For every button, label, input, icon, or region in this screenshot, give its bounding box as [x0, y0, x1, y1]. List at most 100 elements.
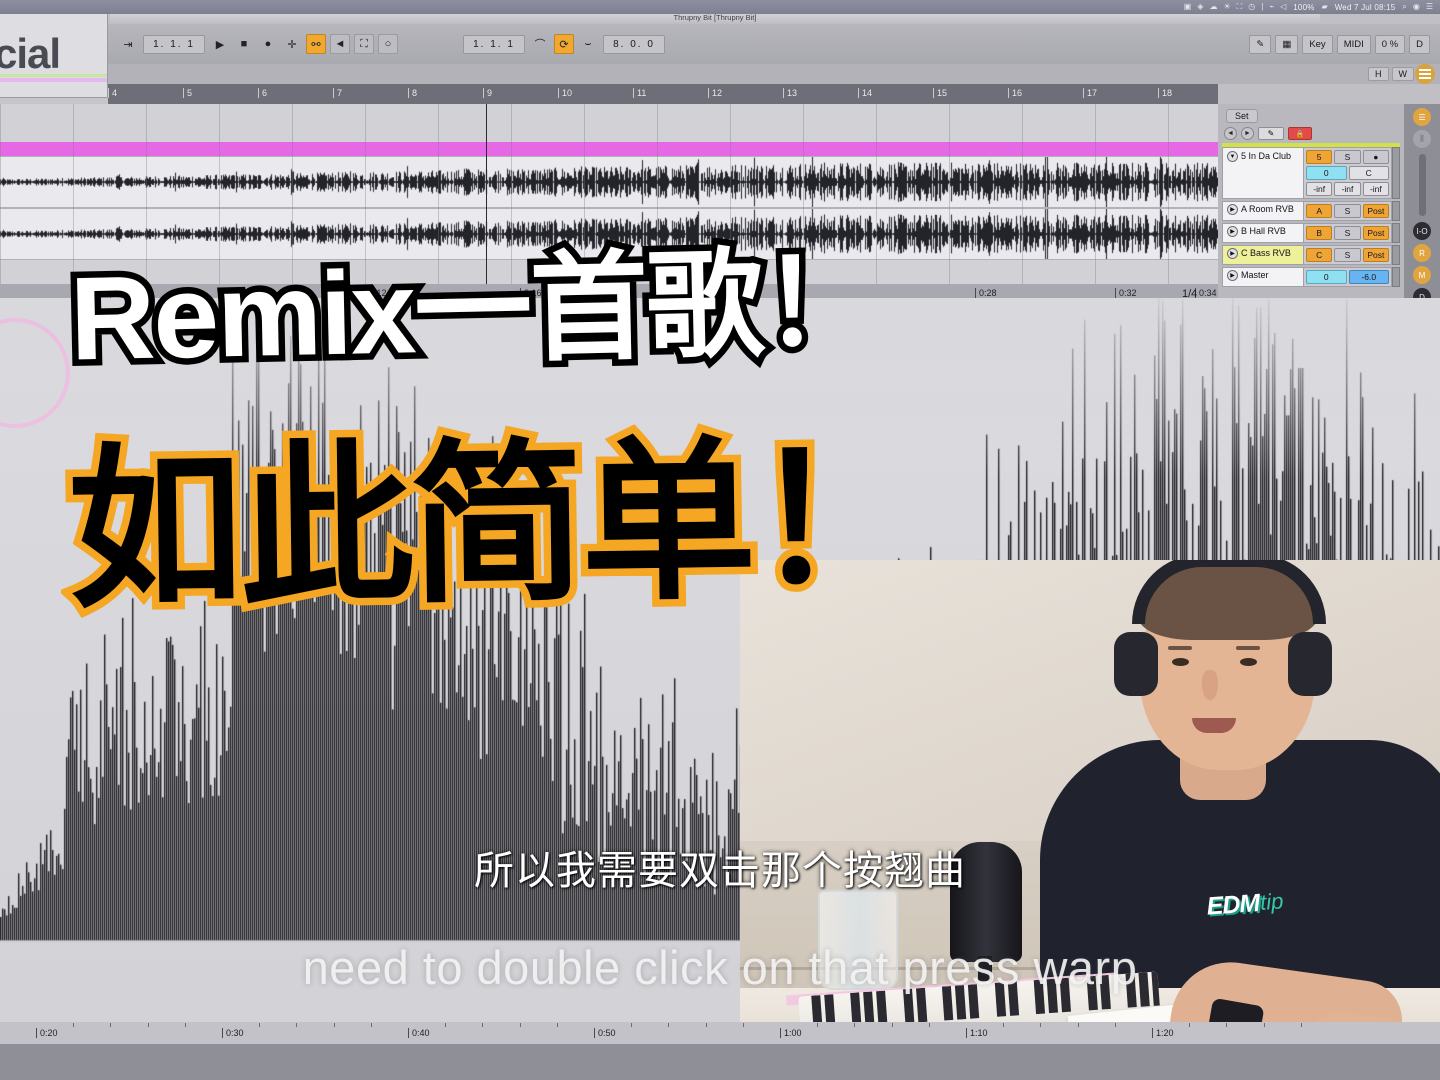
- hamburger-icon[interactable]: [1415, 64, 1435, 84]
- return-c-solo[interactable]: S: [1334, 248, 1361, 262]
- volume-cell[interactable]: 0: [1306, 166, 1347, 180]
- bar-number: 13: [783, 88, 797, 98]
- track-strip[interactable]: ▼ 5 In Da Club 5 S ● 0 C -inf -inf -inf: [1222, 147, 1400, 199]
- control-center-icon[interactable]: ☰: [1426, 3, 1433, 11]
- link-icon[interactable]: ⚯: [306, 34, 326, 54]
- return-c-post[interactable]: Post: [1362, 248, 1389, 262]
- side-button-strip: ☰ ⫼ I-O R M D: [1404, 104, 1440, 306]
- volume-icon[interactable]: ◁: [1280, 3, 1286, 11]
- search-icon[interactable]: ⌕: [1402, 3, 1406, 11]
- return-b-letter[interactable]: B: [1306, 226, 1333, 240]
- return-a-name-cell[interactable]: ▶ A Room RVB: [1222, 201, 1304, 221]
- audio-clip-header[interactable]: [0, 142, 1218, 156]
- return-track-a[interactable]: ▶ A Room RVB A S Post: [1222, 201, 1400, 221]
- time-label: 0:28: [975, 288, 997, 298]
- left-arrow-icon[interactable]: ◄: [330, 34, 350, 54]
- vertical-scrollbar[interactable]: [1418, 154, 1426, 216]
- mixer-button[interactable]: M: [1413, 266, 1431, 284]
- forward-arrow-icon[interactable]: ►: [1241, 127, 1254, 140]
- loop-length[interactable]: 8. 0. 0: [603, 34, 665, 54]
- siri-icon[interactable]: ◉: [1413, 3, 1420, 11]
- midi-keyboard-icon[interactable]: ▦: [1275, 34, 1299, 54]
- play-icon[interactable]: ▶: [1227, 226, 1238, 237]
- send-a-cell[interactable]: -inf: [1306, 182, 1333, 196]
- columns-icon[interactable]: ⫼: [1413, 130, 1431, 148]
- return-a-letter[interactable]: A: [1306, 204, 1333, 218]
- clock-icon[interactable]: ◷: [1248, 3, 1255, 11]
- return-track-c[interactable]: ▶ C Bass RVB C S Post: [1222, 245, 1400, 265]
- return-a-solo[interactable]: S: [1334, 204, 1361, 218]
- screenshot-icon[interactable]: ⛶: [1237, 3, 1243, 11]
- loop-start-position[interactable]: 1. 1. 1: [463, 34, 525, 54]
- returns-button[interactable]: R: [1413, 244, 1431, 262]
- key-button[interactable]: Key: [1302, 34, 1333, 54]
- lock-icon[interactable]: 🔒: [1288, 127, 1312, 140]
- send-c-cell[interactable]: -inf: [1362, 182, 1389, 196]
- loop-toggle-icon[interactable]: ⟳: [554, 34, 574, 54]
- plus-icon[interactable]: ✛: [282, 34, 302, 54]
- return-b-name-cell[interactable]: ▶ B Hall RVB: [1222, 223, 1304, 243]
- pencil-icon[interactable]: ✎: [1258, 127, 1284, 140]
- stop-icon[interactable]: ■: [234, 34, 254, 54]
- pencil-icon[interactable]: ✎: [1249, 34, 1272, 54]
- fade-out-icon[interactable]: ⌣: [578, 34, 598, 54]
- solo-button[interactable]: S: [1334, 150, 1361, 164]
- return-b-solo[interactable]: S: [1334, 226, 1361, 240]
- master-volume[interactable]: -6.0: [1348, 270, 1389, 284]
- return-track-b[interactable]: ▶ B Hall RVB B S Post: [1222, 223, 1400, 243]
- return-b-post[interactable]: Post: [1362, 226, 1389, 240]
- play-icon[interactable]: ▶: [1227, 248, 1238, 259]
- record-icon[interactable]: ●: [258, 34, 278, 54]
- crossfade-cell[interactable]: C: [1348, 166, 1389, 180]
- fade-in-icon[interactable]: ⌒: [530, 34, 550, 54]
- scene-cell[interactable]: 5: [1306, 150, 1333, 164]
- menubar-datetime[interactable]: Wed 7 Jul 08:15: [1335, 3, 1396, 12]
- ruler-tick: [184, 1023, 186, 1027]
- master-track[interactable]: ▶ Master 0 -6.0 1/4: [1182, 267, 1400, 300]
- play-icon[interactable]: ▶: [210, 34, 230, 54]
- bar-number: 6: [258, 88, 267, 98]
- width-button[interactable]: W: [1391, 67, 1414, 81]
- circle-icon[interactable]: ○: [378, 34, 398, 54]
- return-c-name-cell[interactable]: ▶ C Bass RVB: [1222, 245, 1304, 265]
- io-button[interactable]: I-O: [1413, 222, 1431, 240]
- chevron-down-icon[interactable]: ▼: [1227, 151, 1238, 162]
- ruler-tick: [854, 1023, 856, 1027]
- set-tab[interactable]: Set: [1226, 109, 1258, 123]
- bottom-time-ruler[interactable]: 0:20 0:30 0:40 0:50 1:00 1:10 1:20: [0, 1022, 1440, 1044]
- ruler-tick: [370, 1023, 372, 1027]
- back-arrow-icon[interactable]: ◄: [1224, 127, 1237, 140]
- bar-ruler[interactable]: 4 5 6 7 8 9 10 11 12 13 14 15 16 17 18: [108, 84, 1218, 104]
- return-a-post[interactable]: Post: [1362, 204, 1389, 218]
- track-name-cell[interactable]: ▼ 5 In Da Club: [1222, 147, 1304, 199]
- return-c-letter[interactable]: C: [1306, 248, 1333, 262]
- background-window[interactable]: cial: [0, 12, 108, 98]
- master-crossfade[interactable]: 0: [1306, 270, 1347, 284]
- headphones-band: [1132, 560, 1326, 624]
- play-icon[interactable]: ▶: [1227, 204, 1238, 215]
- wifi-icon[interactable]: ⌁: [1269, 3, 1274, 11]
- follow-arrow-icon[interactable]: ⇥: [118, 34, 138, 54]
- time-label: 1:10: [966, 1028, 988, 1038]
- time-label: 0:40: [408, 1028, 430, 1038]
- send-b-cell[interactable]: -inf: [1334, 182, 1361, 196]
- list-view-icon[interactable]: ☰: [1413, 108, 1431, 126]
- midi-button[interactable]: MIDI: [1336, 34, 1371, 54]
- loop-select-icon[interactable]: ⛶: [354, 34, 374, 54]
- brightness-icon[interactable]: ☀: [1223, 3, 1230, 11]
- bar-number: 16: [1008, 88, 1022, 98]
- transport-position[interactable]: 1. 1. 1: [143, 34, 205, 54]
- play-icon[interactable]: ▶: [1227, 270, 1238, 281]
- bar-number: 18: [1158, 88, 1172, 98]
- screen-record-icon[interactable]: ▣: [1184, 3, 1192, 11]
- ruler-tick: [445, 1023, 447, 1027]
- dropbox-icon[interactable]: ◈: [1197, 3, 1203, 11]
- cloud-icon[interactable]: ☁: [1209, 3, 1217, 11]
- waveform-track-top[interactable]: [0, 156, 1218, 208]
- height-button[interactable]: H: [1368, 67, 1389, 81]
- ruler-tick: [110, 1023, 112, 1027]
- record-arm-icon[interactable]: ●: [1362, 150, 1389, 164]
- bar-number: 7: [333, 88, 342, 98]
- master-name-cell[interactable]: ▶ Master: [1222, 267, 1304, 287]
- track-sends: -inf -inf -inf: [1306, 182, 1389, 196]
